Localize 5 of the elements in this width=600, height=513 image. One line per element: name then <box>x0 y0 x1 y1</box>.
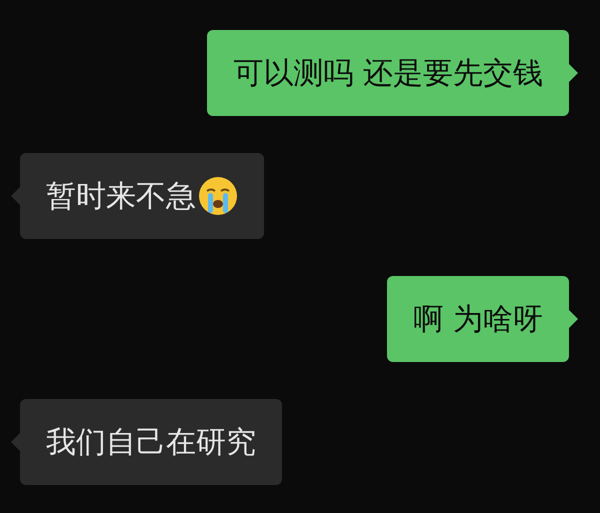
message-text: 可以测吗 还是要先交钱 <box>233 54 543 92</box>
message-text: 暂时来不急 <box>46 178 196 216</box>
message-text: 啊 为啥呀 <box>413 300 543 338</box>
crying-emoji-icon <box>198 176 238 216</box>
message-text: 我们自己在研究 <box>46 424 256 462</box>
